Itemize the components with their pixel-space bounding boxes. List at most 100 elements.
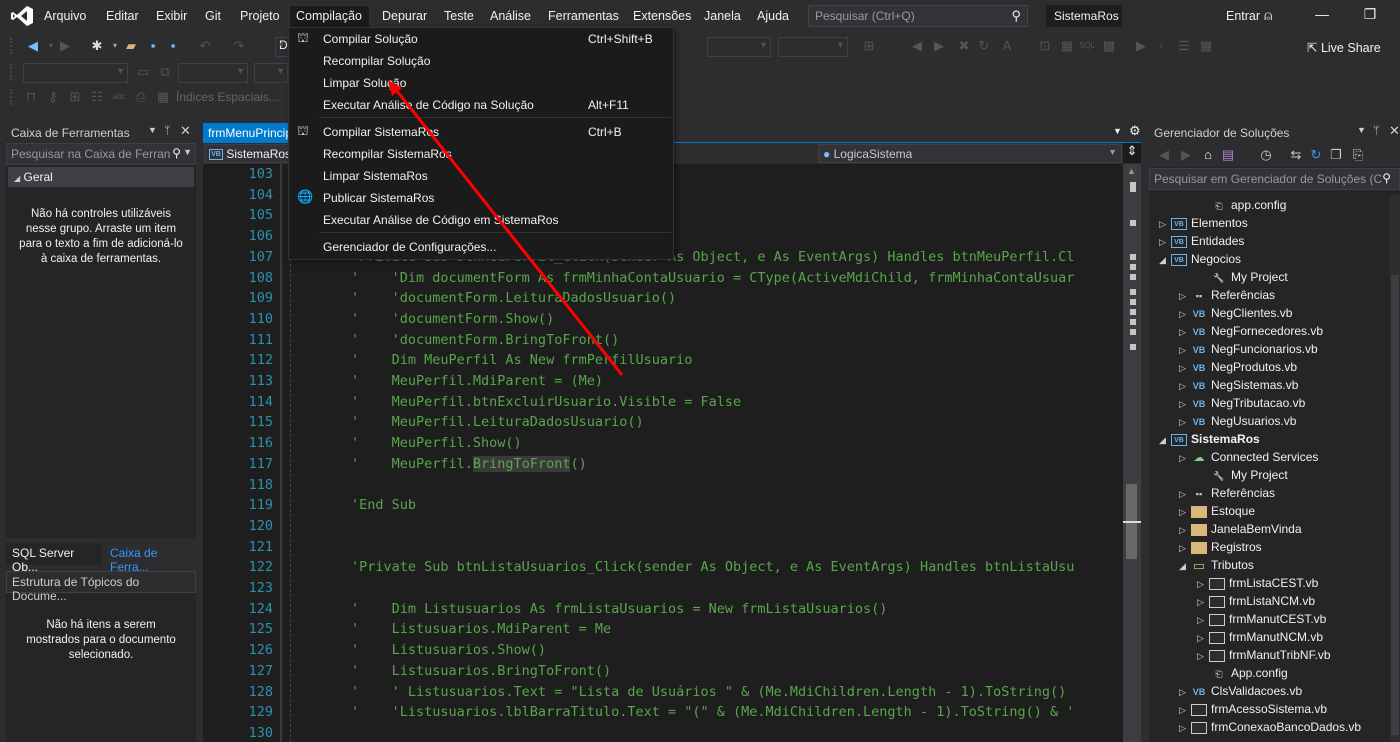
collapsed-arrow-icon[interactable]: ▷ xyxy=(1197,611,1209,629)
quick-launch-search[interactable]: Pesquisar (Ctrl+Q) ⚲ xyxy=(808,5,1028,27)
tree-node[interactable]: ▷ VB NegProdutos.vb xyxy=(1179,358,1297,376)
menu-depurar[interactable]: Depurar xyxy=(376,7,433,26)
menu-arquivo[interactable]: Arquivo xyxy=(38,7,92,26)
tree-node[interactable]: ▷ frmConexaoBancoDados.vb xyxy=(1179,718,1361,736)
menu-git[interactable]: Git xyxy=(199,7,227,26)
schema-icon[interactable]: ⊡ xyxy=(1036,37,1054,55)
collapsed-arrow-icon[interactable]: ▷ xyxy=(1159,215,1171,233)
tree-node[interactable]: ▷ VB ClsValidacoes.vb xyxy=(1179,682,1302,700)
scroll-thumb[interactable] xyxy=(1391,275,1399,735)
tree-node[interactable]: 🔧 My Project xyxy=(1199,466,1287,484)
resize-icon[interactable]: ⧉ xyxy=(156,63,174,81)
collapsed-arrow-icon[interactable]: ▷ xyxy=(1197,575,1209,593)
toolbox-group-geral[interactable]: ◢ Geral xyxy=(8,167,194,187)
tab-overflow-icon[interactable]: ▼ xyxy=(1113,126,1122,136)
tree-node[interactable]: ▷ frmManutCEST.vb xyxy=(1197,610,1326,628)
tree-node[interactable]: ▷ frmAcessoSistema.vb xyxy=(1179,700,1327,718)
collapsed-arrow-icon[interactable]: ▷ xyxy=(1179,521,1191,539)
toolbar-combo-d[interactable] xyxy=(178,63,248,83)
tree-node[interactable]: 🔧 My Project xyxy=(1199,268,1287,286)
show-all-files-icon[interactable]: ⎘ xyxy=(1349,146,1367,164)
forward-icon[interactable]: ▶ xyxy=(1177,146,1195,164)
font-size-icon[interactable]: A xyxy=(998,37,1016,55)
menu-item-compilar-solucao[interactable]: ⛫ Compilar Solução Ctrl+Shift+B xyxy=(289,28,673,50)
sql-check-icon[interactable]: √ xyxy=(1152,37,1170,55)
tree-node[interactable]: ▷ VB NegFornecedores.vb xyxy=(1179,322,1323,340)
navigate-back-icon[interactable]: ◀ xyxy=(24,37,42,55)
tree-node[interactable]: ▷ VB NegSistemas.vb xyxy=(1179,376,1298,394)
menu-analise[interactable]: Análise xyxy=(484,7,537,26)
toolbar-combo-b[interactable] xyxy=(778,37,848,57)
menu-item-compilar-sistemaros[interactable]: ⛫ Compilar SistemaRos Ctrl+B xyxy=(289,121,673,143)
menu-teste[interactable]: Teste xyxy=(438,7,480,26)
menu-item-recompilar-sistemaros[interactable]: Recompilar SistemaRos xyxy=(289,143,673,165)
menu-exibir[interactable]: Exibir xyxy=(150,7,193,26)
navigate-forward-icon[interactable]: ▶ xyxy=(56,37,74,55)
redo-icon[interactable]: ↷ xyxy=(230,37,248,55)
xml-indexes-icon[interactable]: ⎙ xyxy=(132,88,150,106)
tree-node[interactable]: ▷ VB Elementos xyxy=(1159,214,1248,232)
dropdown-arrow-icon[interactable]: ▼ xyxy=(183,147,192,157)
toolbar-grip[interactable] xyxy=(10,38,14,54)
menu-ferramentas[interactable]: Ferramentas xyxy=(542,7,625,26)
collapsed-arrow-icon[interactable]: ▷ xyxy=(1179,485,1191,503)
open-file-icon[interactable]: ▰ xyxy=(122,37,140,55)
scroll-up-icon[interactable]: ▲ xyxy=(1127,166,1136,176)
tab-frmmenuprincipal[interactable]: frmMenuPrincipal.vb xyxy=(203,123,288,143)
collapsed-arrow-icon[interactable]: ▷ xyxy=(1179,323,1191,341)
close-icon[interactable]: ✕ xyxy=(180,123,191,139)
collapsed-arrow-icon[interactable]: ▷ xyxy=(1197,629,1209,647)
sync-icon[interactable]: ⇆ xyxy=(1287,146,1305,164)
switch-views-icon[interactable]: ▤ xyxy=(1219,146,1237,164)
home-icon[interactable]: ⌂ xyxy=(1199,146,1217,164)
menu-item-executar-analise-de-codigo-em-sistemaros[interactable]: Executar Análise de Código em SistemaRos xyxy=(289,209,673,231)
menu-item-limpar-solucao[interactable]: Limpar Solução xyxy=(289,72,673,94)
collapsed-arrow-icon[interactable]: ▷ xyxy=(1179,503,1191,521)
window-position-icon[interactable]: ▼ xyxy=(1357,125,1366,135)
add-table-icon[interactable]: ▦ xyxy=(1197,37,1215,55)
check-constraints-icon[interactable]: abc xyxy=(110,88,128,106)
tree-node[interactable]: ▷ VB NegTributacao.vb xyxy=(1179,394,1305,412)
tree-node[interactable]: ▷ frmListaNCM.vb xyxy=(1197,592,1315,610)
collapsed-arrow-icon[interactable]: ▷ xyxy=(1179,395,1191,413)
tree-node[interactable]: ▷ ▪▪ Referências xyxy=(1179,286,1275,304)
toolbar-combo-c[interactable] xyxy=(23,63,128,83)
refresh-icon[interactable]: ↻ xyxy=(975,37,993,55)
gear-icon[interactable]: ⚙ xyxy=(1129,123,1141,139)
tree-node[interactable]: ⎗ app.config xyxy=(1199,196,1286,214)
menu-extensoes[interactable]: Extensões xyxy=(627,7,697,26)
split-editor-icon[interactable]: ⇕ xyxy=(1123,143,1141,163)
tree-node[interactable]: ◢ VB SistemaRos xyxy=(1159,430,1260,448)
relationships-icon[interactable]: ⊞ xyxy=(66,88,84,106)
collapsed-arrow-icon[interactable]: ▷ xyxy=(1179,287,1191,305)
tree-node[interactable]: ▷ frmManutNCM.vb xyxy=(1197,628,1323,646)
collapsed-arrow-icon[interactable]: ▷ xyxy=(1179,449,1191,467)
close-icon[interactable]: ✕ xyxy=(1389,123,1400,139)
back-icon[interactable]: ◀ xyxy=(1155,146,1173,164)
spatial-indexes-button[interactable]: Índices Espaciais... xyxy=(176,90,279,104)
menu-compilacao[interactable]: Compilação xyxy=(289,5,370,27)
expanded-arrow-icon[interactable]: ◢ xyxy=(1159,251,1171,269)
fulltext-index-icon[interactable]: ▦ xyxy=(154,88,172,106)
menu-janela[interactable]: Janela xyxy=(698,7,747,26)
textbox-icon[interactable]: ▭ xyxy=(134,63,152,81)
collapse-all-icon[interactable]: ❐ xyxy=(1327,146,1345,164)
expanded-arrow-icon[interactable]: ◢ xyxy=(1159,431,1171,449)
menu-item-publicar-sistemaros[interactable]: 🌐 Publicar SistemaRos xyxy=(289,187,673,209)
visual-studio-logo-icon[interactable] xyxy=(10,5,34,27)
editor-vertical-scrollbar[interactable]: ▲ xyxy=(1123,164,1141,742)
pin-icon[interactable]: ᛘ xyxy=(1373,125,1380,137)
toolbox-search-input[interactable]: Pesquisar na Caixa de Ferran ⚲ ▼ xyxy=(6,143,196,165)
live-share-button[interactable]: ⇱ Live Share xyxy=(1307,40,1381,55)
tree-node[interactable]: ▷ Registros xyxy=(1179,538,1262,556)
collapsed-arrow-icon[interactable]: ▷ xyxy=(1197,647,1209,665)
collapsed-arrow-icon[interactable]: ▷ xyxy=(1179,539,1191,557)
menu-item-recompilar-solucao[interactable]: Recompilar Solução xyxy=(289,50,673,72)
tree-node[interactable]: ▷ ▪▪ Referências xyxy=(1179,484,1275,502)
tab-toolbox[interactable]: Caixa de Ferra... xyxy=(104,543,196,574)
pin-icon[interactable]: ᛘ xyxy=(164,125,171,137)
primary-key-icon[interactable]: ⚷ xyxy=(44,88,62,106)
minimize-icon[interactable]: — xyxy=(1312,6,1332,26)
menu-projeto[interactable]: Projeto xyxy=(234,7,286,26)
collapsed-arrow-icon[interactable]: ▷ xyxy=(1179,341,1191,359)
